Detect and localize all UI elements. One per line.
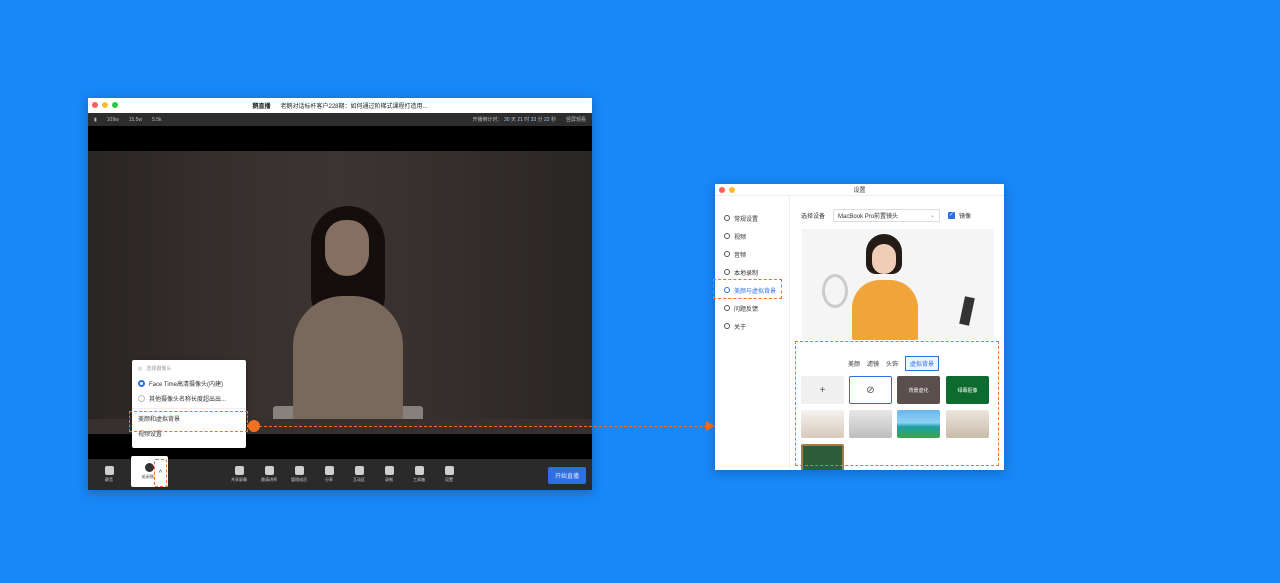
chevron-up-icon: ^	[158, 469, 163, 477]
share-button[interactable]: 分享	[314, 459, 344, 490]
presenter-preview-image	[852, 234, 922, 340]
camera-preview	[802, 229, 994, 340]
microphone-icon	[724, 251, 730, 257]
connector-dot	[248, 420, 260, 432]
start-live-button[interactable]: 开始直播	[547, 467, 586, 484]
live-title-bar: 鹅直播 老鹅对话标杆客户228期：如何通过阶梯式课程打造用...	[88, 98, 592, 113]
window-controls	[92, 102, 118, 108]
tool-group: 共享屏幕 邀请讲师 管理成员 分享 互动区 录制 工具箱 设置	[224, 459, 464, 490]
ring-light-image	[822, 274, 848, 308]
interaction-button[interactable]: 互动区	[344, 459, 374, 490]
screen-share-icon	[234, 466, 244, 475]
signal-icon: ▮	[94, 116, 97, 123]
audience-stat: 15.5w	[128, 116, 143, 123]
settings-sidebar: 常规设置 视频 音频 本地录制 美颜与虚拟背景 问题反馈 关于	[715, 196, 790, 470]
microphone-icon	[104, 466, 114, 475]
members-icon	[294, 466, 304, 475]
invite-lecturer-button[interactable]: 邀请讲师	[254, 459, 284, 490]
mirror-checkbox[interactable]: ✓ 镜像	[948, 211, 971, 220]
viewers-stat: 109w	[106, 116, 119, 123]
mute-button[interactable]: 静音	[94, 459, 124, 490]
minimize-icon[interactable]	[729, 187, 735, 193]
background-panel-highlight	[795, 341, 999, 466]
menu-divider	[132, 408, 246, 409]
camera-menu-header: ◎ 选择摄像头	[138, 365, 172, 373]
toolbox-icon	[414, 466, 424, 475]
stats-bar: ▮ 109w 15.5w 5.5k 开播倒计时： 30 天 21 时 33 分 …	[88, 113, 592, 126]
share-screen-button[interactable]: 共享屏幕	[224, 459, 254, 490]
session-title: 老鹅对话标杆客户228期：如何通过阶梯式课程打造用...	[280, 104, 428, 110]
sidebar-item-audio[interactable]: 音频	[715, 245, 789, 263]
sidebar-item-video[interactable]: 视频	[715, 227, 789, 245]
countdown: 开播倒计时： 30 天 21 时 33 分 22 秒	[472, 117, 556, 123]
sidebar-item-feedback[interactable]: 问题反馈	[715, 299, 789, 317]
camera-icon	[145, 463, 154, 472]
sidebar-item-about[interactable]: 关于	[715, 317, 789, 335]
share-icon	[324, 466, 334, 475]
manage-members-button[interactable]: 管理成员	[284, 459, 314, 490]
bottom-toolbar: 静音 关闭视频 ^ 共享屏幕 邀请讲师 管理成员 分享 互动区 录制 工具箱 设…	[88, 456, 592, 490]
invite-icon	[264, 466, 274, 475]
window-controls	[719, 187, 735, 193]
camera-menu: ◎ 选择摄像头 Face Time高清摄像头(内建) 其他摄像头名称长度超出出.…	[132, 360, 246, 448]
close-icon[interactable]	[92, 102, 98, 108]
sidebar-highlight	[713, 279, 782, 299]
maximize-icon[interactable]	[112, 102, 118, 108]
record-icon	[384, 466, 394, 475]
layout-toggle[interactable]: 竖屏观看	[566, 116, 586, 123]
camera-options-chevron[interactable]: ^	[154, 459, 167, 487]
phone-holder-image	[959, 296, 975, 326]
connector-arrowhead	[706, 421, 715, 431]
settings-button[interactable]: 设置	[434, 459, 464, 490]
camera-option[interactable]: 其他摄像头名称长度超出出...	[132, 391, 246, 406]
info-icon	[724, 323, 730, 329]
likes-stat: 5.5k	[152, 116, 162, 123]
record-icon	[724, 269, 730, 275]
radio-icon	[138, 395, 145, 402]
feedback-icon	[724, 305, 730, 311]
radio-selected-icon	[138, 380, 145, 387]
sidebar-item-general[interactable]: 常规设置	[715, 209, 789, 227]
minimize-icon[interactable]	[102, 102, 108, 108]
device-row: 选择设备 MacBook Pro前置镜头 ⌄ ✓ 镜像	[801, 209, 971, 222]
menu-item-highlight	[129, 411, 248, 432]
close-icon[interactable]	[719, 187, 725, 193]
connector-line	[249, 426, 712, 427]
chevron-down-icon: ⌄	[929, 213, 936, 219]
camera-option[interactable]: Face Time高清摄像头(内建)	[132, 376, 246, 391]
settings-title: 设置	[853, 188, 866, 194]
location-icon: ◎	[138, 365, 143, 372]
chat-icon	[354, 466, 364, 475]
presenter-image	[293, 206, 403, 431]
toolbox-button[interactable]: 工具箱	[404, 459, 434, 490]
app-name: 鹅直播	[252, 104, 271, 110]
checkbox-checked-icon: ✓	[948, 212, 956, 219]
device-select[interactable]: MacBook Pro前置镜头 ⌄	[833, 209, 941, 222]
settings-title-bar: 设置	[715, 184, 1004, 196]
gear-icon	[724, 215, 730, 221]
gear-icon	[444, 466, 454, 475]
record-button[interactable]: 录制	[374, 459, 404, 490]
camera-icon	[724, 233, 730, 239]
